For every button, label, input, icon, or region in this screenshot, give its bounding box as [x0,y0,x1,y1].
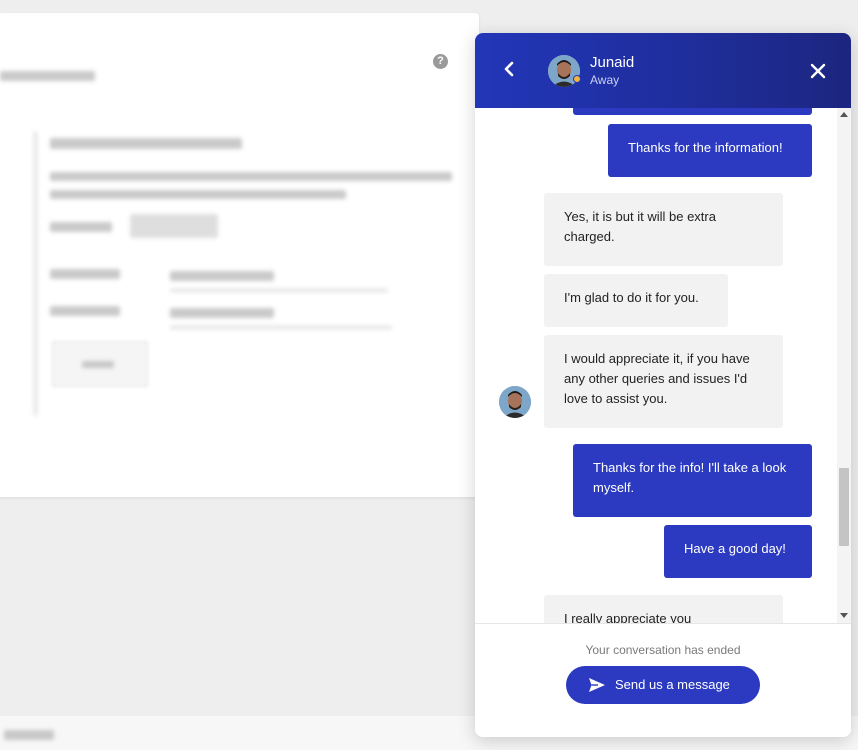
blurred-field-label [50,306,120,316]
chat-header: Junaid Away [475,33,851,108]
agent-status: Away [590,73,620,87]
blurred-chip [130,214,218,238]
scrollbar-thumb[interactable] [839,468,849,546]
paper-plane-icon [589,678,605,692]
message-bubble-outgoing: Thanks for the information! [608,124,812,177]
message-bubble-incoming: I really appreciate you [544,595,783,623]
help-icon[interactable]: ? [433,54,448,69]
message-scrollbar[interactable] [837,108,851,623]
agent-message-avatar [499,386,531,418]
message-list[interactable]: Thanks for the information! Yes, it is b… [475,108,851,623]
message-bubble-incoming: Yes, it is but it will be extra charged. [544,193,783,266]
send-message-label: Send us a message [615,677,730,692]
conversation-ended-text: Your conversation has ended [585,643,741,657]
away-status-dot [573,75,581,83]
chat-widget: Junaid Away Thanks for the information! … [475,33,851,737]
message-bubble-outgoing-partial [573,108,812,115]
message-bubble-outgoing: Thanks for the info! I'll take a look my… [573,444,812,517]
message-bubble-incoming: I would appreciate it, if you have any o… [544,335,783,428]
send-message-button[interactable]: Send us a message [566,666,760,704]
blurred-label [50,222,112,232]
close-button[interactable] [808,61,828,81]
chat-footer: Your conversation has ended Send us a me… [475,623,851,737]
blurred-section-border [34,131,37,416]
back-button[interactable] [497,57,521,81]
blurred-paragraph-line [50,172,452,181]
blurred-field-value [170,308,274,318]
agent-name: Junaid [590,54,635,71]
message-bubble-incoming: I'm glad to do it for you. [544,274,728,327]
blurred-button-label [82,361,114,368]
scroll-up-arrow-icon[interactable] [840,112,848,117]
blurred-paragraph-line [50,190,346,199]
background-page-card: ? [0,13,479,497]
blurred-field-value [170,271,274,281]
close-icon [810,63,826,79]
blurred-field-underline [170,326,392,329]
chevron-left-icon [504,61,514,77]
scroll-down-arrow-icon[interactable] [840,613,848,618]
blurred-field-label [50,269,120,279]
message-bubble-outgoing: Have a good day! [664,525,812,578]
blurred-heading [50,138,242,149]
blurred-footer-text [4,730,54,740]
blurred-field-underline [170,289,388,292]
blurred-title [0,71,95,81]
